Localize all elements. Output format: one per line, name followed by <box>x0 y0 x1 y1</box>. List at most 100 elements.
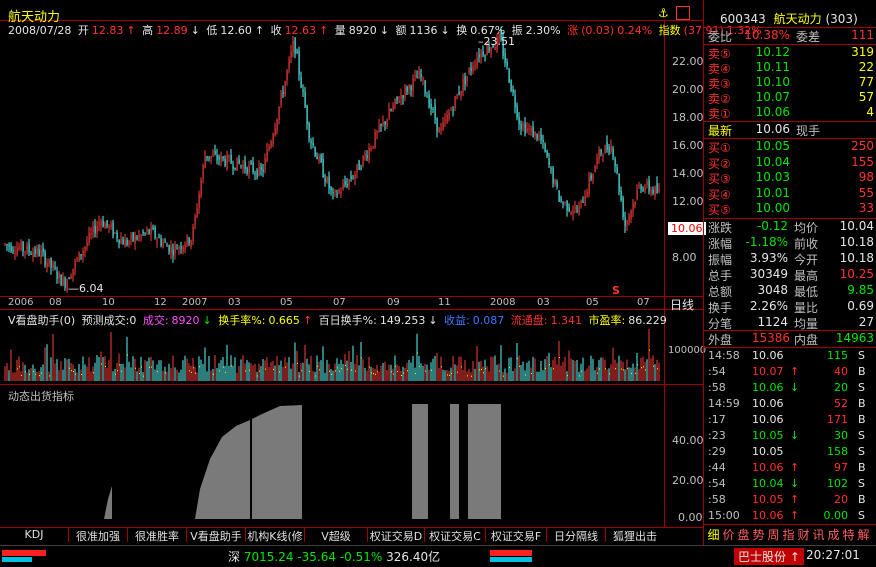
quote-tab[interactable]: 细 <box>706 526 721 543</box>
tab-v-super-macd[interactable]: V超级MACD <box>305 528 368 557</box>
tick-volume: 40 <box>834 365 848 378</box>
tab-v-kan-pan[interactable]: V看盘助手 <box>187 528 246 543</box>
candle-body <box>124 240 126 248</box>
candle-body <box>318 155 320 162</box>
volume-ma-dot <box>121 370 122 372</box>
quote-tab[interactable]: 财 <box>796 526 811 543</box>
period-label[interactable]: 日线 <box>670 296 694 313</box>
tick-time: :58 <box>708 493 726 506</box>
candle-body <box>646 181 648 185</box>
candle-body <box>590 175 592 180</box>
candle-body <box>432 108 434 110</box>
tab-hen-zhun-jia-qiang[interactable]: 很准加强 <box>69 528 128 543</box>
tab-warrant-c[interactable]: 权证交易C <box>425 528 486 543</box>
candle-body <box>198 193 200 208</box>
volume-ma-dot <box>219 370 220 372</box>
last-value: 10.06 <box>755 122 790 136</box>
indicator-gap <box>250 408 252 519</box>
tick-volume: 171 <box>827 413 848 426</box>
stat-row: 总手 30349 最高 10.25 <box>708 267 876 283</box>
quote-tab[interactable]: 特 <box>841 526 856 543</box>
date-tick: 07 <box>333 297 346 308</box>
volume-bars[interactable] <box>0 323 664 383</box>
tab-kdj[interactable]: KDJ <box>0 528 69 542</box>
tick-arrow-icon: ↓ <box>790 381 800 394</box>
buy-row[interactable]: 买⑤ 10.00 33 <box>708 201 876 217</box>
volume-ma-dot <box>165 372 166 374</box>
candle-body <box>254 172 256 174</box>
tab-warrant-f[interactable]: 权证交易F <box>486 528 547 543</box>
indicator-title[interactable]: 动态出货指标 <box>8 388 74 404</box>
sell-row[interactable]: 卖② 10.07 57 <box>708 90 876 106</box>
ticker-box[interactable]: 巴士股份 ↑ <box>734 548 804 565</box>
chart-area[interactable]: 航天动力 ⚓ 2008/07/28 开 12.83 ↑ 高 12.89 ↓ 低 12.60… <box>0 0 762 557</box>
sell-row[interactable]: 卖⑤ 10.12 319 <box>708 45 876 61</box>
candle-body <box>286 70 288 81</box>
candle-body <box>636 189 638 200</box>
candle-body <box>6 244 8 246</box>
candle-body <box>126 239 128 245</box>
candle-body <box>162 242 164 248</box>
market-bar-mid <box>490 550 532 556</box>
tick-row: :54 10.07 ↑ 40 B <box>708 365 876 381</box>
candle-body <box>238 159 240 164</box>
tab-ji-gou-kline[interactable]: 机构K线(修 <box>246 528 305 543</box>
candlestick-chart[interactable] <box>0 20 664 296</box>
candle-body <box>242 164 244 169</box>
volume-ma-dot <box>93 372 94 374</box>
volume-ma-dot <box>361 357 362 359</box>
candle-body <box>260 166 262 171</box>
indicator-chart[interactable] <box>0 404 664 524</box>
tab-hen-zhun-sheng-lv[interactable]: 很准胜率 <box>128 528 187 543</box>
candle-body <box>390 109 392 111</box>
volume-ma-dot <box>231 365 232 367</box>
buy-row[interactable]: 买② 10.04 155 <box>708 155 876 171</box>
buy-volume: 98 <box>858 170 874 184</box>
sell-row[interactable]: 卖④ 10.11 22 <box>708 60 876 76</box>
candle-body <box>280 92 282 105</box>
sell-row[interactable]: 卖③ 10.10 77 <box>708 75 876 91</box>
candle-body <box>62 278 64 286</box>
stat-value: 3048 <box>757 283 788 297</box>
sell-row[interactable]: 卖① 10.06 4 <box>708 105 876 121</box>
quote-tab[interactable]: 指 <box>781 526 796 543</box>
candle-body <box>604 145 606 154</box>
tick-volume: 20 <box>834 381 848 394</box>
lock-icon[interactable]: ⚓ <box>658 6 669 20</box>
candle-body <box>70 276 72 279</box>
quote-tab[interactable]: 价 <box>721 526 736 543</box>
candle-body <box>232 165 234 169</box>
volume-ma-dot <box>81 374 82 376</box>
tab-fox-attack[interactable]: 狐狸出击 <box>606 528 664 543</box>
candle-body <box>270 141 272 148</box>
price-tick: 18.00 <box>672 111 704 124</box>
candle-body <box>480 51 482 58</box>
settings-box-icon[interactable] <box>676 6 690 20</box>
quote-tab[interactable]: 成 <box>826 526 841 543</box>
stat-row: 分笔 1124 均量 27 <box>708 315 876 331</box>
candle-body <box>96 225 98 233</box>
buy-row[interactable]: 买③ 10.03 98 <box>708 170 876 186</box>
candle-body <box>118 239 120 244</box>
tick-price: 10.07 <box>752 365 784 378</box>
candle-body <box>144 233 146 235</box>
stat-row: 涨幅 -1.18% 前收 10.18 <box>708 235 876 251</box>
quote-tab[interactable]: 讯 <box>811 526 826 543</box>
index-summary[interactable]: 深 7015.24 -35.64 -0.51% 326.40亿 <box>228 548 440 565</box>
tab-warrant-d[interactable]: 权证交易D <box>368 528 425 543</box>
volume-ma-dot <box>567 375 568 377</box>
buy-row[interactable]: 买④ 10.01 55 <box>708 186 876 202</box>
quote-tab[interactable]: 盘 <box>736 526 751 543</box>
candle-body <box>146 230 148 232</box>
quote-tab[interactable]: 周 <box>766 526 781 543</box>
tick-volume: 30 <box>834 429 848 442</box>
volume-ma-dot <box>33 371 34 373</box>
tab-day-separator[interactable]: 日分隔线 <box>547 528 606 543</box>
price-tick: 8.00 <box>672 251 697 264</box>
buy-row[interactable]: 买① 10.05 250 <box>708 139 876 155</box>
quote-tab[interactable]: 势 <box>751 526 766 543</box>
candle-body <box>588 176 590 195</box>
candle-body <box>572 211 574 214</box>
buy-price: 10.05 <box>755 139 790 153</box>
quote-tab[interactable]: 解 <box>856 526 871 543</box>
